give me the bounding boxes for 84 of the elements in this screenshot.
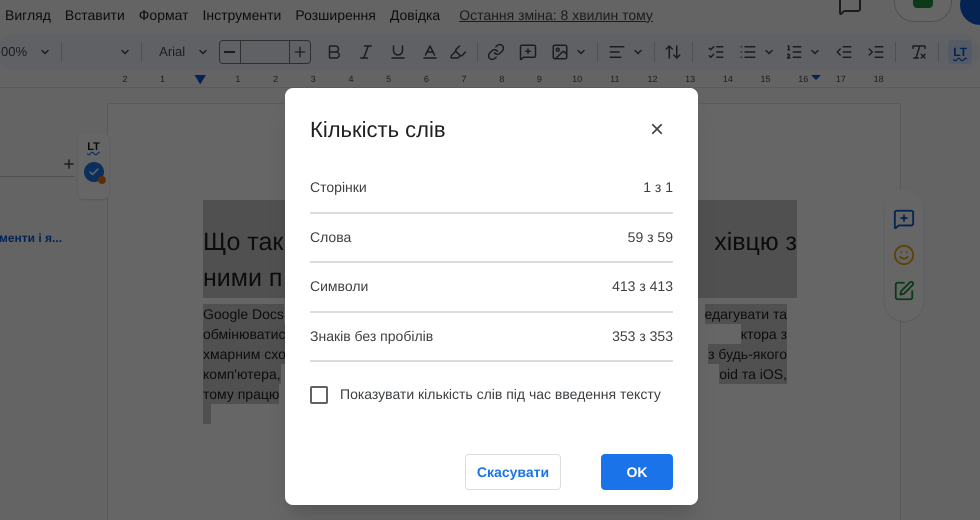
indent-marker-icon[interactable] xyxy=(194,74,206,84)
body-text: едагувати та xyxy=(704,304,787,324)
stat-value: 353 з 353 xyxy=(612,326,673,346)
plus-icon xyxy=(292,44,308,60)
numbered-list-icon[interactable] xyxy=(785,43,804,61)
menu-item[interactable]: Інструменти xyxy=(196,4,288,26)
body-text: тому працю xyxy=(203,384,280,404)
font-size-field[interactable] xyxy=(240,40,289,64)
body-text: Google Docs xyxy=(203,304,284,324)
heading-text: Що так xyxy=(203,227,284,258)
ruler-number: 18 xyxy=(874,72,884,86)
menu-item[interactable]: Формат xyxy=(132,4,196,26)
stat-label: Слова xyxy=(310,228,352,247)
ruler-number: 14 xyxy=(722,72,733,86)
font-select[interactable]: Arial xyxy=(151,42,209,62)
body-text: oid та iOS, xyxy=(719,364,787,384)
ruler-number: 5 xyxy=(386,72,392,86)
align-icon[interactable] xyxy=(608,43,626,61)
check-badge-icon[interactable] xyxy=(84,162,104,182)
stat-label: Символи xyxy=(310,277,368,296)
text-color-icon[interactable] xyxy=(420,43,439,61)
cancel-button[interactable]: Скасувати xyxy=(465,454,561,490)
checklist-icon[interactable] xyxy=(707,43,726,61)
stat-value: 413 з 413 xyxy=(612,277,673,296)
ruler-number: 4 xyxy=(348,72,354,86)
outline-item[interactable]: менти і я... xyxy=(0,229,107,247)
spellcheck-toggle[interactable]: LT xyxy=(948,40,972,64)
ok-button[interactable]: OK xyxy=(601,454,673,490)
heading-text: ними п xyxy=(203,263,282,294)
minus-icon xyxy=(224,51,236,53)
menu-item[interactable]: Вигляд xyxy=(0,4,58,26)
ruler-number: 17 xyxy=(836,72,846,86)
ruler-number: 1 xyxy=(235,72,240,86)
body-text: ктора з xyxy=(740,324,787,344)
menu-item[interactable]: Довідка xyxy=(382,4,448,26)
last-edit-link[interactable]: Остання зміна: 8 хвилин тому xyxy=(459,4,653,26)
body-text: хмарним схо xyxy=(203,344,286,364)
stat-value: 59 з 59 xyxy=(628,228,673,247)
checkbox-label: Показувати кількість слів під час введення тексту xyxy=(340,385,661,404)
ruler-number: 1 xyxy=(160,72,166,86)
ruler-number: 3 xyxy=(310,72,316,86)
heading-text: хівцю з xyxy=(714,227,797,258)
ruler-number: 7 xyxy=(462,72,467,86)
ruler-number: 16 xyxy=(798,72,808,86)
ruler-number: 6 xyxy=(424,72,429,86)
decrease-font-size-button[interactable] xyxy=(218,40,241,64)
stat-value: 1 з 1 xyxy=(643,178,673,198)
body-text: комп'ютера, xyxy=(203,364,281,384)
ruler-number: 2 xyxy=(122,72,128,86)
ruler-number: 11 xyxy=(610,72,620,86)
underline-icon[interactable] xyxy=(388,43,407,61)
menu-item[interactable]: Розширення xyxy=(288,4,383,26)
stat-label: Знаків без пробілів xyxy=(310,326,434,346)
increase-indent-icon[interactable] xyxy=(867,43,886,61)
body-text: обмінюватис xyxy=(203,324,286,344)
emoji-icon[interactable] xyxy=(893,244,915,266)
close-button[interactable]: × xyxy=(645,118,669,142)
checkbox[interactable] xyxy=(310,386,328,404)
ruler-number: 13 xyxy=(685,72,696,86)
widget-label[interactable]: LT xyxy=(87,139,100,156)
body-text: з будь-якого xyxy=(708,344,787,364)
bulleted-list-icon[interactable] xyxy=(739,43,758,61)
clear-formatting-icon[interactable] xyxy=(910,43,928,61)
ruler-number: 15 xyxy=(760,72,771,86)
stat-label: Сторінки xyxy=(310,178,367,198)
zoom-select[interactable]: 00% xyxy=(0,42,52,62)
add-comment-icon[interactable] xyxy=(893,208,915,230)
line-spacing-icon[interactable] xyxy=(664,43,682,61)
right-indent-marker-icon[interactable] xyxy=(811,75,821,80)
dialog-title: Кількість слів xyxy=(310,116,446,144)
ruler-number: 8 xyxy=(499,72,504,86)
ruler-number: 10 xyxy=(572,72,582,86)
ruler-number: 9 xyxy=(536,72,542,86)
link-icon[interactable] xyxy=(487,43,506,61)
menu-item[interactable]: Вставити xyxy=(58,4,132,26)
ruler-number: 2 xyxy=(273,72,278,86)
increase-font-size-button[interactable] xyxy=(288,40,311,64)
image-icon[interactable] xyxy=(551,43,570,61)
suggest-edit-icon[interactable] xyxy=(893,280,915,302)
ruler-number: 12 xyxy=(647,72,658,86)
add-tab-icon[interactable] xyxy=(62,157,76,171)
add-comment-icon[interactable] xyxy=(519,43,538,61)
decrease-indent-icon[interactable] xyxy=(835,43,854,61)
highlighter-icon[interactable] xyxy=(448,43,467,61)
